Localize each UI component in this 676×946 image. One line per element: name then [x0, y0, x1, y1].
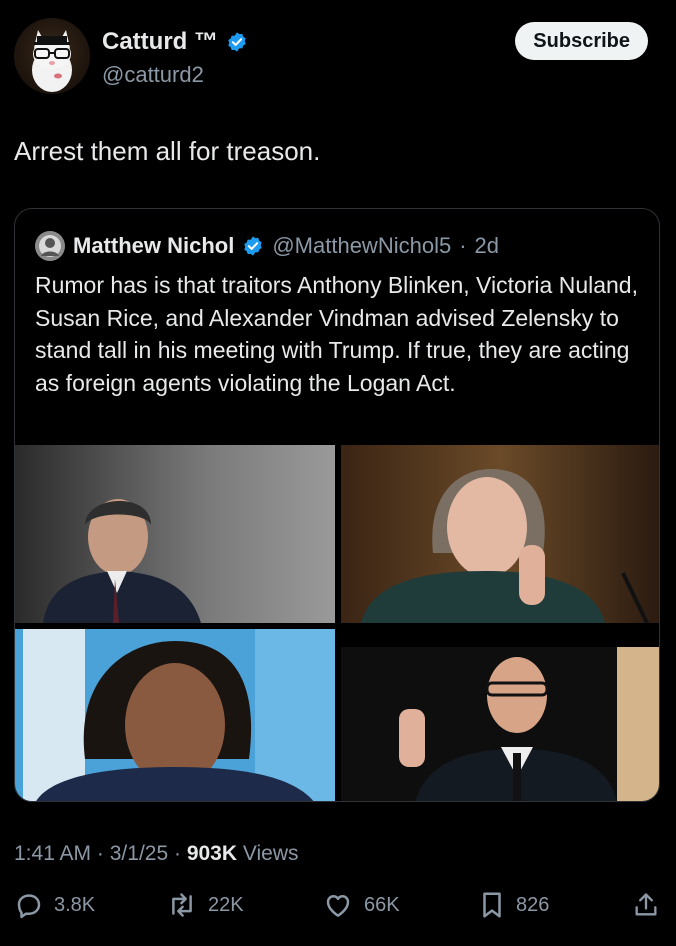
- reply-icon: [14, 890, 44, 920]
- quoted-author-handle[interactable]: @MatthewNichol5: [272, 233, 451, 259]
- repost-button[interactable]: 22K: [166, 890, 244, 920]
- separator-dot: ·: [173, 842, 181, 865]
- bookmark-button[interactable]: 826: [478, 890, 549, 920]
- quoted-tweet-age[interactable]: 2d: [475, 233, 499, 259]
- reply-count: 3.8K: [54, 893, 96, 916]
- like-count: 66K: [364, 893, 400, 916]
- verified-badge-icon: [242, 235, 264, 257]
- tweet-action-bar: 3.8K 22K 66K 826: [14, 890, 664, 930]
- author-name-row: Catturd ™: [102, 28, 248, 56]
- author-avatar[interactable]: [14, 18, 90, 94]
- share-button[interactable]: [632, 890, 660, 920]
- views-count: 903K: [186, 842, 238, 865]
- tweet-time[interactable]: 1:41 AM: [14, 842, 91, 865]
- author-handle[interactable]: @catturd2: [102, 62, 204, 88]
- quoted-tweet-header: Matthew Nichol @MatthewNichol5 · 2d: [35, 231, 499, 261]
- subscribe-button[interactable]: Subscribe: [515, 22, 648, 60]
- reply-button[interactable]: 3.8K: [14, 890, 95, 920]
- repost-icon: [166, 890, 198, 920]
- tweet-date[interactable]: 3/1/25: [110, 842, 168, 865]
- quoted-tweet[interactable]: Matthew Nichol @MatthewNichol5 · 2d Rumo…: [14, 208, 660, 802]
- quoted-tweet-text: Rumor has is that traitors Anthony Blink…: [35, 272, 638, 396]
- separator-dot: ·: [459, 233, 467, 258]
- quoted-author-name[interactable]: Matthew Nichol: [73, 233, 234, 259]
- verified-badge-icon: [226, 31, 248, 53]
- views-label: Views: [242, 842, 299, 865]
- like-icon: [322, 890, 354, 920]
- share-icon: [632, 890, 660, 920]
- photo-vindman[interactable]: [341, 629, 659, 801]
- bookmark-count: 826: [516, 893, 550, 916]
- quoted-author-avatar[interactable]: [35, 231, 65, 261]
- bookmark-icon: [478, 890, 506, 920]
- photo-nuland[interactable]: [341, 445, 659, 623]
- quoted-tweet-photo-grid: [15, 445, 659, 801]
- tweet-timestamp-row: 1:41 AM · 3/1/25 · 903K Views: [14, 842, 299, 866]
- repost-count: 22K: [208, 893, 244, 916]
- photo-blinken[interactable]: [15, 445, 335, 623]
- photo-rice[interactable]: [15, 629, 335, 801]
- separator-dot: ·: [96, 842, 104, 865]
- like-button[interactable]: 66K: [322, 890, 400, 920]
- author-display-name[interactable]: Catturd ™: [102, 28, 218, 56]
- tweet-text: Arrest them all for treason.: [14, 136, 321, 166]
- tweet-header: Catturd ™ @catturd2 Subscribe: [14, 18, 664, 98]
